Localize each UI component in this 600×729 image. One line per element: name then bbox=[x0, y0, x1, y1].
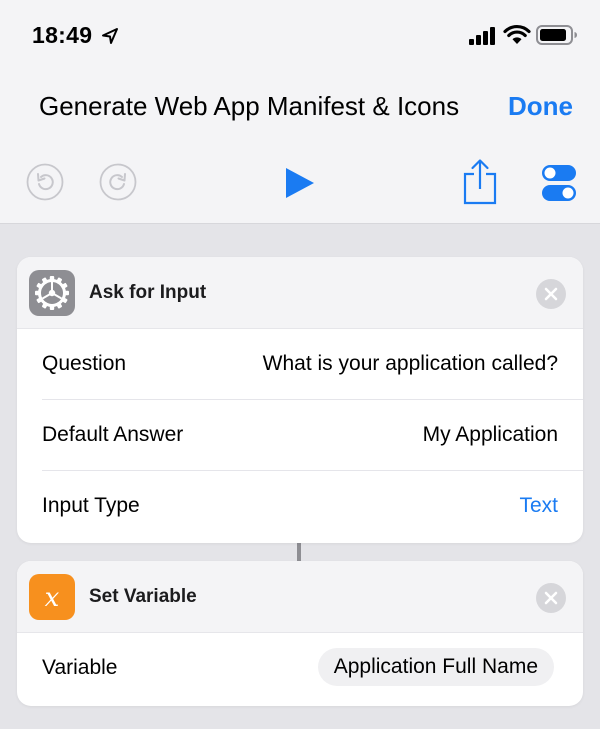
input-type-value[interactable]: Text bbox=[519, 494, 558, 518]
status-time: 18:49 bbox=[32, 22, 93, 48]
question-row[interactable]: Question What is your application called… bbox=[42, 329, 583, 400]
variable-row[interactable]: Variable Application Full Name bbox=[42, 633, 583, 704]
svg-text:x: x bbox=[45, 583, 60, 613]
input-type-label: Input Type bbox=[42, 494, 140, 517]
undo-icon[interactable] bbox=[26, 163, 64, 201]
action-connector bbox=[297, 543, 301, 561]
action-card-ask-for-input[interactable]: Ask for Input Question What is your appl… bbox=[17, 257, 583, 543]
shortcut-title: Generate Web App Manifest & Icons bbox=[39, 91, 460, 121]
done-button[interactable]: Done bbox=[508, 91, 573, 122]
input-type-row[interactable]: Input Type Text bbox=[42, 471, 583, 542]
redo-icon[interactable] bbox=[99, 163, 137, 201]
default-answer-value[interactable]: My Application bbox=[423, 423, 558, 447]
variable-x-icon: x bbox=[29, 574, 75, 620]
question-value[interactable]: What is your application called? bbox=[263, 352, 558, 376]
default-answer-label: Default Answer bbox=[42, 423, 184, 446]
battery-icon bbox=[536, 25, 577, 45]
share-icon[interactable] bbox=[462, 158, 498, 206]
action-title: Ask for Input bbox=[89, 282, 207, 303]
remove-action-button[interactable] bbox=[536, 583, 566, 613]
close-icon bbox=[544, 591, 558, 605]
header: 18:49 Generate Web App Manifest & Icons … bbox=[0, 0, 600, 224]
toggle-settings-icon[interactable] bbox=[540, 163, 578, 203]
default-answer-row[interactable]: Default Answer My Application bbox=[42, 400, 583, 471]
cellular-signal-icon bbox=[469, 27, 495, 45]
close-icon bbox=[544, 287, 558, 301]
action-header: Ask for Input bbox=[17, 257, 583, 329]
action-card-set-variable[interactable]: x Set Variable Variable Application Full… bbox=[17, 561, 583, 706]
wifi-icon bbox=[503, 24, 531, 44]
gear-icon bbox=[29, 270, 75, 316]
variable-label: Variable bbox=[42, 656, 118, 679]
variable-name-token[interactable]: Application Full Name bbox=[317, 648, 554, 686]
action-header: x Set Variable bbox=[17, 561, 583, 633]
location-arrow-icon bbox=[102, 28, 118, 44]
play-icon[interactable] bbox=[284, 166, 316, 200]
action-title: Set Variable bbox=[89, 586, 197, 607]
question-label: Question bbox=[42, 352, 127, 375]
remove-action-button[interactable] bbox=[536, 279, 566, 309]
